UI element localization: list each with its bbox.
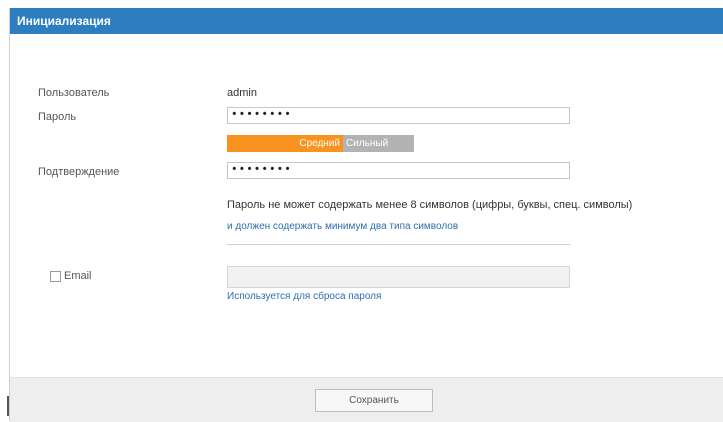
user-label: Пользователь	[38, 87, 110, 99]
confirm-password-input[interactable]: ••••••••	[227, 162, 570, 179]
user-value: admin	[227, 87, 257, 99]
password-requirements-hint: Пароль не может содержать менее 8 символ…	[227, 199, 633, 211]
dialog-footer: Сохранить	[10, 377, 723, 422]
password-strength-meter: Средний Сильный	[227, 135, 414, 152]
init-dialog: Инициализация Пользователь admin Пароль …	[9, 8, 723, 422]
strength-strong-segment: Сильный	[343, 135, 414, 152]
password-requirements-hint-secondary: и должен содержать минимум два типа симв…	[227, 221, 459, 232]
dialog-title: Инициализация	[10, 8, 723, 34]
password-input[interactable]: ••••••••	[227, 107, 570, 124]
confirm-label: Подтверждение	[38, 166, 120, 178]
password-label: Пароль	[38, 111, 77, 123]
email-label: Email	[64, 270, 92, 282]
save-button[interactable]: Сохранить	[315, 389, 433, 412]
section-divider	[227, 244, 570, 245]
email-input[interactable]	[227, 266, 570, 288]
strength-medium-segment: Средний	[227, 135, 343, 152]
window-edge-marker	[7, 396, 9, 416]
email-checkbox[interactable]	[50, 271, 61, 282]
email-hint: Используется для сброса пароля	[227, 291, 382, 302]
